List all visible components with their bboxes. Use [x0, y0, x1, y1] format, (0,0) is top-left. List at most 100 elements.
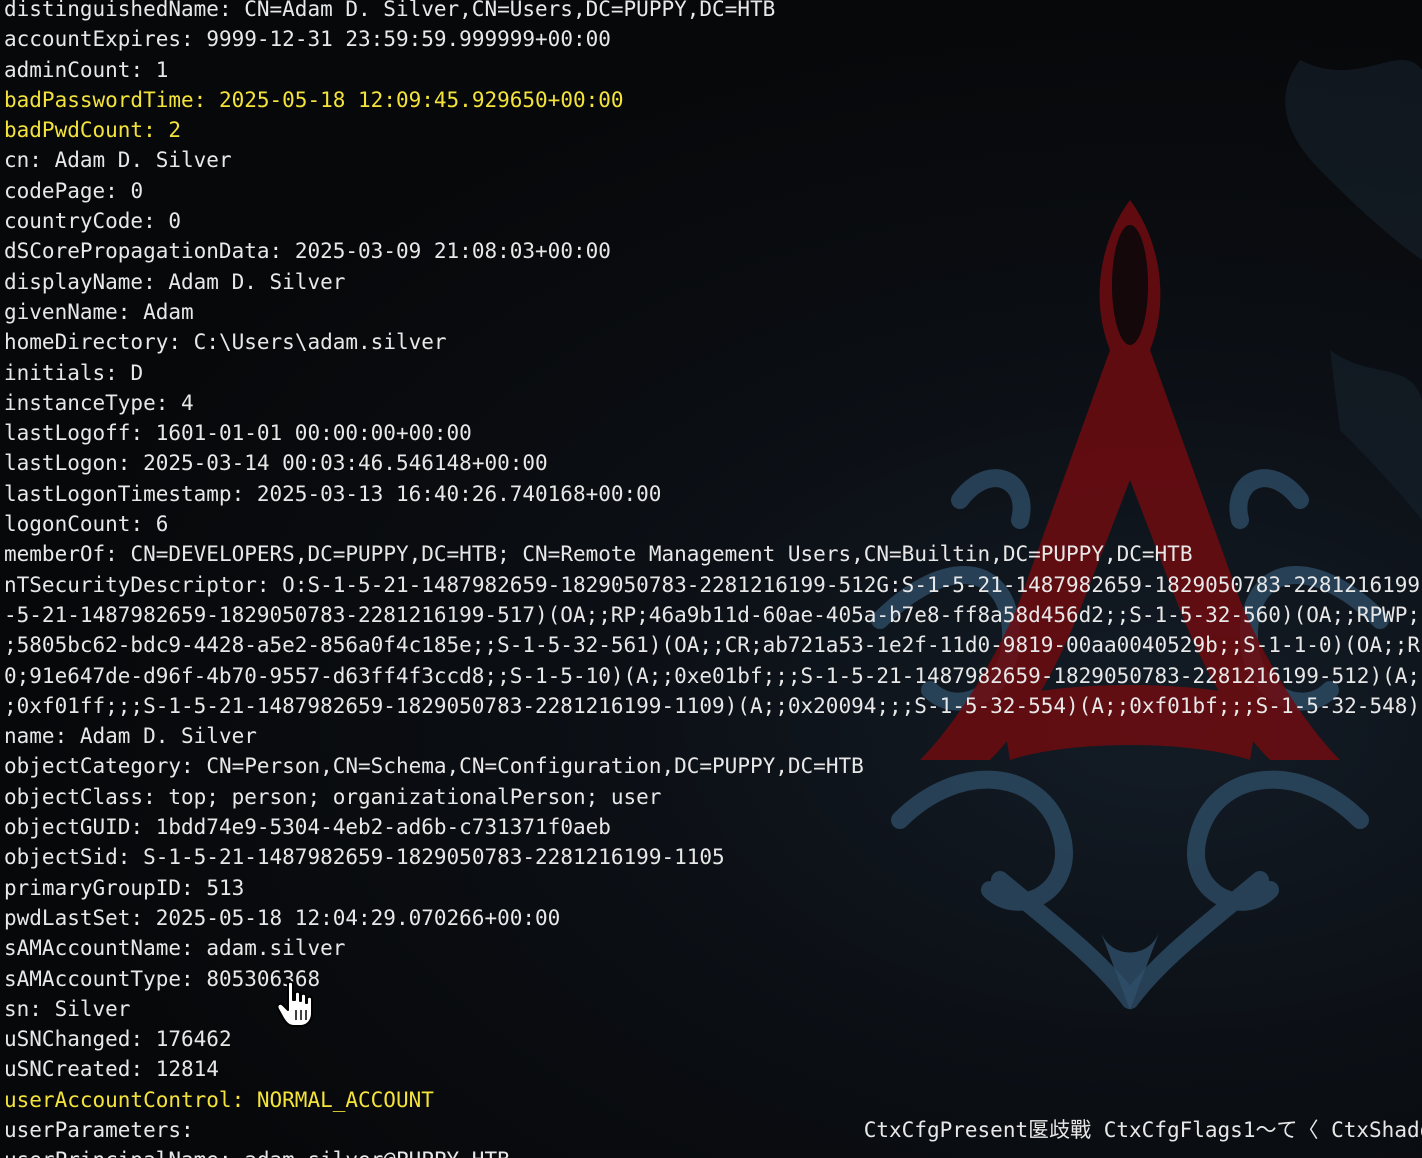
terminal-line: sn: Silver	[4, 994, 1422, 1024]
attribute-separator: :	[218, 0, 245, 21]
attribute-separator: :	[269, 239, 295, 264]
terminal-line: dSCorePropagationData: 2025-03-09 21:08:…	[4, 236, 1422, 266]
attribute-value: adam.silver	[206, 936, 346, 961]
attribute-separator: :	[105, 542, 131, 567]
attribute-value: 513	[206, 875, 245, 900]
terminal-line: objectCategory: CN=Person,CN=Schema,CN=C…	[4, 751, 1422, 781]
attribute-separator: :	[143, 118, 169, 143]
attribute-name: uSNChanged	[4, 1027, 131, 1052]
attribute-separator: :	[105, 178, 131, 203]
terminal-line: badPasswordTime: 2025-05-18 12:09:45.929…	[4, 85, 1422, 115]
attribute-separator: :	[231, 1087, 257, 1112]
terminal-line: codePage: 0	[4, 176, 1422, 206]
terminal-line: instanceType: 4	[4, 388, 1422, 418]
attribute-value: top; person; organizationalPerson; user	[168, 784, 662, 809]
terminal-line: uSNCreated: 12814	[4, 1054, 1422, 1084]
attribute-value: CtxCfgPresent匽歧戰 CtxCfgFlags1～て〈 CtxShad…	[206, 1117, 1422, 1142]
attribute-separator: :	[130, 512, 156, 537]
terminal-output[interactable]: distinguishedName: CN=Adam D. Silver,CN=…	[4, 0, 1422, 1158]
attribute-separator: :	[130, 57, 156, 82]
attribute-value: 1601-01-01 00:00:00+00:00	[155, 421, 472, 446]
attribute-name: accountExpires	[4, 27, 182, 52]
attribute-value: D	[130, 360, 144, 385]
terminal-line: objectGUID: 1bdd74e9-5304-4eb2-ad6b-c731…	[4, 812, 1422, 842]
attribute-value: Adam D. Silver	[79, 724, 257, 749]
attribute-separator: :	[29, 996, 55, 1021]
terminal-line: sAMAccountType: 805306368	[4, 964, 1422, 994]
attribute-separator: :	[181, 875, 207, 900]
attribute-separator: :	[181, 27, 207, 52]
terminal-line: userParameters: CtxCfgPresent匽歧戰 CtxCfgF…	[4, 1115, 1422, 1145]
terminal-line: userPrincipalName: adam.silver@PUPPY.HTB	[4, 1145, 1422, 1158]
attribute-value: Adam D. Silver	[54, 148, 232, 173]
attribute-value: 9999-12-31 23:59:59.999999+00:00	[206, 27, 611, 52]
terminal-line: userAccountControl: NORMAL_ACCOUNT	[4, 1085, 1422, 1115]
attribute-separator: :	[193, 87, 219, 112]
attribute-separator: :	[181, 1117, 207, 1142]
attribute-name: cn	[4, 148, 30, 173]
attribute-value: 4	[181, 390, 194, 415]
attribute-separator: :	[130, 1027, 156, 1052]
attribute-separator: :	[168, 330, 194, 355]
attribute-separator: :	[155, 390, 182, 415]
attribute-name: objectCategory	[4, 754, 182, 779]
attribute-name: logonCount	[4, 512, 131, 537]
attribute-value: ;5805bc62-bdc9-4428-a5e2-856a0f4c185e;;S…	[4, 633, 1422, 658]
attribute-value: Adam D. Silver	[168, 269, 346, 294]
attribute-name: userParameters	[4, 1117, 182, 1142]
attribute-value: S-1-5-21-1487982659-1829050783-228121619…	[143, 845, 725, 870]
attribute-separator: :	[181, 754, 207, 779]
terminal-line: lastLogonTimestamp: 2025-03-13 16:40:26.…	[4, 479, 1422, 509]
attribute-name: lastLogoff	[4, 421, 131, 446]
attribute-name: dSCorePropagationData	[4, 239, 270, 264]
attribute-separator: :	[117, 845, 144, 870]
terminal-line: 0;91e647de-d96f-4b70-9557-d63ff4f3ccd8;;…	[4, 661, 1422, 691]
terminal-line: homeDirectory: C:\Users\adam.silver	[4, 327, 1422, 357]
attribute-name: badPasswordTime	[4, 87, 194, 112]
terminal-line: cn: Adam D. Silver	[4, 145, 1422, 175]
attribute-value: 2025-03-13 16:40:26.740168+00:00	[256, 481, 662, 506]
attribute-separator: :	[117, 299, 144, 324]
terminal-line: sAMAccountName: adam.silver	[4, 933, 1422, 963]
attribute-value: 6	[155, 512, 169, 537]
attribute-name: sAMAccountName	[4, 936, 182, 961]
attribute-value: adam.silver@PUPPY.HTB	[244, 1148, 510, 1158]
attribute-value: 2025-05-18 12:04:29.070266+00:00	[155, 905, 561, 930]
attribute-name: initials	[4, 360, 106, 385]
attribute-value: CN=Person,CN=Schema,CN=Configuration,DC=…	[206, 754, 864, 779]
terminal-window[interactable]: distinguishedName: CN=Adam D. Silver,CN=…	[0, 0, 1422, 1158]
attribute-name: objectSid	[4, 845, 118, 870]
attribute-name: nTSecurityDescriptor	[4, 572, 257, 597]
attribute-value: 2025-05-18 12:09:45.929650+00:00	[218, 87, 624, 112]
attribute-name: sn	[4, 996, 30, 1021]
terminal-line: givenName: Adam	[4, 297, 1422, 327]
attribute-value: 2025-03-14 00:03:46.546148+00:00	[143, 451, 548, 476]
terminal-line: accountExpires: 9999-12-31 23:59:59.9999…	[4, 24, 1422, 54]
terminal-line: countryCode: 0	[4, 206, 1422, 236]
attribute-value: C:\Users\adam.silver	[193, 330, 447, 355]
attribute-name: uSNCreated	[4, 1057, 131, 1082]
attribute-separator: :	[143, 209, 169, 234]
attribute-value: 1bdd74e9-5304-4eb2-ad6b-c731371f0aeb	[155, 815, 611, 840]
attribute-value: 0	[130, 178, 144, 203]
attribute-separator: :	[117, 451, 144, 476]
attribute-name: lastLogonTimestamp	[4, 481, 232, 506]
attribute-separator: :	[181, 936, 207, 961]
attribute-name: homeDirectory	[4, 330, 169, 355]
attribute-value: 0;91e647de-d96f-4b70-9557-d63ff4f3ccd8;;…	[4, 663, 1421, 688]
attribute-separator: :	[29, 148, 55, 173]
attribute-separator: :	[105, 360, 131, 385]
attribute-separator: :	[130, 421, 156, 446]
attribute-separator: :	[54, 724, 80, 749]
attribute-name: instanceType	[4, 390, 156, 415]
attribute-separator: :	[143, 784, 169, 809]
attribute-name: codePage	[4, 178, 106, 203]
attribute-separator: :	[181, 966, 207, 991]
attribute-value: Adam	[143, 299, 194, 324]
attribute-value: 176462	[155, 1027, 232, 1052]
attribute-value: ;0xf01ff;;;S-1-5-21-1487982659-182905078…	[4, 693, 1421, 718]
attribute-value: 0	[168, 209, 182, 234]
attribute-name: userPrincipalName	[4, 1148, 219, 1158]
attribute-name: distinguishedName	[4, 0, 219, 21]
attribute-name: memberOf	[4, 542, 106, 567]
